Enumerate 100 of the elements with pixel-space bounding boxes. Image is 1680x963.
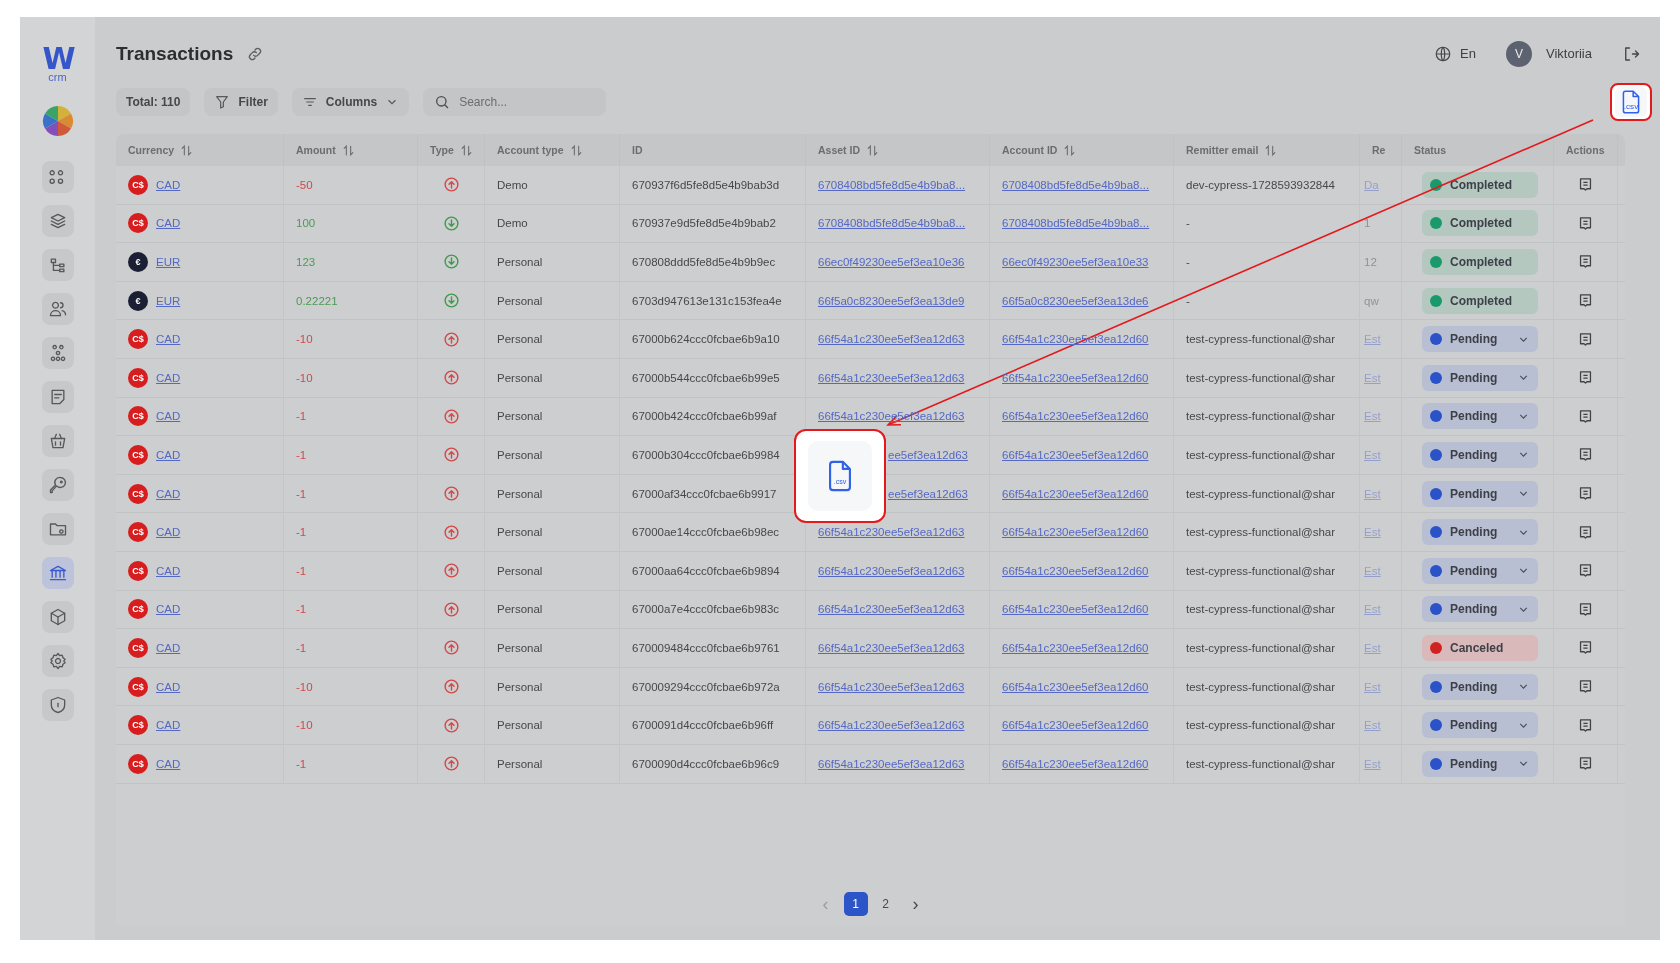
account-id-link[interactable]: 66f54a1c230ee5ef3ea12d60 bbox=[1002, 603, 1149, 616]
sidebar-item[interactable] bbox=[41, 513, 74, 545]
account-id-link[interactable]: 66f54a1c230ee5ef3ea12d60 bbox=[1002, 641, 1149, 654]
page-button[interactable]: 1 bbox=[843, 892, 868, 916]
sort-icon[interactable] bbox=[569, 143, 583, 157]
currency-link[interactable]: CAD bbox=[156, 371, 181, 384]
receipt-icon[interactable] bbox=[1577, 369, 1594, 387]
currency-link[interactable]: CAD bbox=[156, 217, 181, 230]
column-header[interactable]: Amount bbox=[296, 144, 336, 156]
sidebar-item[interactable] bbox=[41, 161, 74, 193]
status-chip[interactable]: Pending bbox=[1422, 403, 1538, 430]
asset-id-link[interactable]: 66f54a1c230ee5ef3ea12d63 bbox=[818, 719, 965, 732]
receipt-icon[interactable] bbox=[1577, 407, 1594, 425]
asset-id-link[interactable]: 66f5a0c8230ee5ef3ea13de9 bbox=[818, 294, 965, 307]
status-chip[interactable]: Pending bbox=[1422, 712, 1538, 739]
currency-link[interactable]: CAD bbox=[156, 526, 181, 539]
sidebar-item[interactable] bbox=[41, 689, 74, 721]
column-header[interactable]: Currency bbox=[128, 144, 175, 156]
currency-link[interactable]: CAD bbox=[156, 564, 181, 577]
status-chip[interactable]: Completed bbox=[1422, 249, 1538, 275]
status-chip[interactable]: Pending bbox=[1422, 364, 1538, 391]
currency-link[interactable]: CAD bbox=[156, 603, 181, 616]
currency-link[interactable]: CAD bbox=[156, 410, 181, 423]
receipt-icon[interactable] bbox=[1577, 176, 1594, 194]
receipt-icon[interactable] bbox=[1577, 523, 1594, 541]
language-selector[interactable]: En bbox=[1460, 46, 1476, 61]
receipt-icon[interactable] bbox=[1577, 485, 1594, 503]
column-header[interactable]: Actions bbox=[1566, 144, 1605, 156]
account-id-link[interactable]: 66f54a1c230ee5ef3ea12d60 bbox=[1002, 526, 1149, 539]
sidebar-item[interactable] bbox=[41, 645, 74, 677]
currency-link[interactable]: CAD bbox=[156, 178, 181, 191]
asset-id-link[interactable]: 66f54a1c230ee5ef3ea12d63 bbox=[818, 757, 965, 770]
status-chip[interactable]: Pending bbox=[1422, 596, 1538, 623]
currency-link[interactable]: CAD bbox=[156, 719, 181, 732]
receipt-icon[interactable] bbox=[1577, 639, 1594, 657]
sort-icon[interactable] bbox=[180, 143, 194, 157]
column-header[interactable]: Remitter email bbox=[1186, 144, 1259, 156]
asset-id-link[interactable]: 66f54a1c230ee5ef3ea12d63 bbox=[818, 603, 965, 616]
sort-icon[interactable] bbox=[1264, 143, 1278, 157]
page-button[interactable]: 2 bbox=[873, 892, 898, 916]
account-id-link[interactable]: 66f54a1c230ee5ef3ea12d60 bbox=[1002, 757, 1149, 770]
account-id-link[interactable]: 66f5a0c8230ee5ef3ea13de6 bbox=[1002, 294, 1149, 307]
account-id-link[interactable]: 66f54a1c230ee5ef3ea12d60 bbox=[1002, 371, 1149, 384]
column-header[interactable]: Account type bbox=[497, 144, 564, 156]
sort-icon[interactable] bbox=[459, 143, 473, 157]
columns-button[interactable]: Columns bbox=[291, 88, 410, 116]
column-header[interactable]: Status bbox=[1414, 144, 1447, 156]
sidebar-item[interactable] bbox=[41, 601, 74, 633]
column-header[interactable]: Type bbox=[430, 144, 454, 156]
asset-id-link[interactable]: 66f54a1c230ee5ef3ea12d63 bbox=[818, 680, 965, 693]
asset-id-link[interactable]: 6708408bd5fe8d5e4b9ba8... bbox=[818, 217, 966, 230]
account-id-link[interactable]: 66f54a1c230ee5ef3ea12d60 bbox=[1002, 564, 1149, 577]
asset-id-link[interactable]: 6708408bd5fe8d5e4b9ba8... bbox=[818, 178, 966, 191]
account-id-link[interactable]: 66ec0f49230ee5ef3ea10e33 bbox=[1002, 256, 1149, 268]
account-id-link[interactable]: 66f54a1c230ee5ef3ea12d60 bbox=[1002, 719, 1149, 732]
receipt-icon[interactable] bbox=[1577, 292, 1594, 310]
status-chip[interactable]: Pending bbox=[1422, 441, 1538, 468]
currency-link[interactable]: CAD bbox=[156, 680, 181, 693]
account-id-link[interactable]: 66f54a1c230ee5ef3ea12d60 bbox=[1002, 448, 1149, 461]
sidebar-item[interactable] bbox=[41, 381, 74, 413]
currency-link[interactable]: CAD bbox=[156, 641, 181, 654]
sidebar-item[interactable] bbox=[41, 557, 74, 589]
status-chip[interactable]: Pending bbox=[1422, 557, 1538, 584]
status-chip[interactable]: Completed bbox=[1422, 287, 1538, 314]
column-header[interactable]: Account ID bbox=[1002, 144, 1058, 156]
column-header[interactable]: Re bbox=[1372, 144, 1386, 156]
currency-link[interactable]: CAD bbox=[156, 487, 181, 500]
status-chip[interactable]: Canceled bbox=[1422, 634, 1538, 661]
account-id-link[interactable]: 66f54a1c230ee5ef3ea12d60 bbox=[1002, 487, 1149, 500]
link-icon[interactable] bbox=[247, 45, 264, 62]
asset-id-link[interactable]: ee5ef3ea12d63 bbox=[888, 448, 968, 461]
sort-icon[interactable] bbox=[1063, 143, 1077, 157]
currency-link[interactable]: EUR bbox=[156, 256, 181, 268]
receipt-icon[interactable] bbox=[1577, 446, 1594, 464]
color-wheel-icon[interactable] bbox=[41, 105, 74, 137]
sidebar-item[interactable] bbox=[41, 249, 74, 281]
currency-link[interactable]: CAD bbox=[156, 333, 181, 346]
next-page-button[interactable]: › bbox=[903, 892, 928, 916]
status-chip[interactable]: Pending bbox=[1422, 673, 1538, 700]
asset-id-link[interactable]: 66f54a1c230ee5ef3ea12d63 bbox=[818, 333, 965, 346]
user-name[interactable]: Viktoriia bbox=[1546, 46, 1592, 61]
sort-icon[interactable] bbox=[341, 143, 355, 157]
search-field[interactable]: Search... bbox=[423, 88, 607, 116]
asset-id-link[interactable]: 66f54a1c230ee5ef3ea12d63 bbox=[818, 641, 965, 654]
asset-id-link[interactable]: ee5ef3ea12d63 bbox=[888, 487, 968, 500]
logout-icon[interactable] bbox=[1622, 44, 1640, 63]
account-id-link[interactable]: 6708408bd5fe8d5e4b9ba8... bbox=[1002, 217, 1150, 230]
status-chip[interactable]: Pending bbox=[1422, 326, 1538, 353]
status-chip[interactable]: Pending bbox=[1422, 480, 1538, 507]
asset-id-link[interactable]: 66f54a1c230ee5ef3ea12d63 bbox=[818, 564, 965, 577]
currency-link[interactable]: CAD bbox=[156, 757, 181, 770]
status-chip[interactable]: Pending bbox=[1422, 519, 1538, 546]
user-avatar[interactable]: V bbox=[1506, 40, 1532, 67]
sidebar-item[interactable] bbox=[41, 425, 74, 457]
status-chip[interactable]: Completed bbox=[1422, 171, 1538, 198]
globe-icon[interactable] bbox=[1434, 44, 1453, 63]
receipt-icon[interactable] bbox=[1577, 214, 1594, 232]
filter-button[interactable]: Filter bbox=[204, 88, 278, 116]
asset-id-link[interactable]: 66f54a1c230ee5ef3ea12d63 bbox=[818, 371, 965, 384]
receipt-icon[interactable] bbox=[1577, 716, 1594, 734]
